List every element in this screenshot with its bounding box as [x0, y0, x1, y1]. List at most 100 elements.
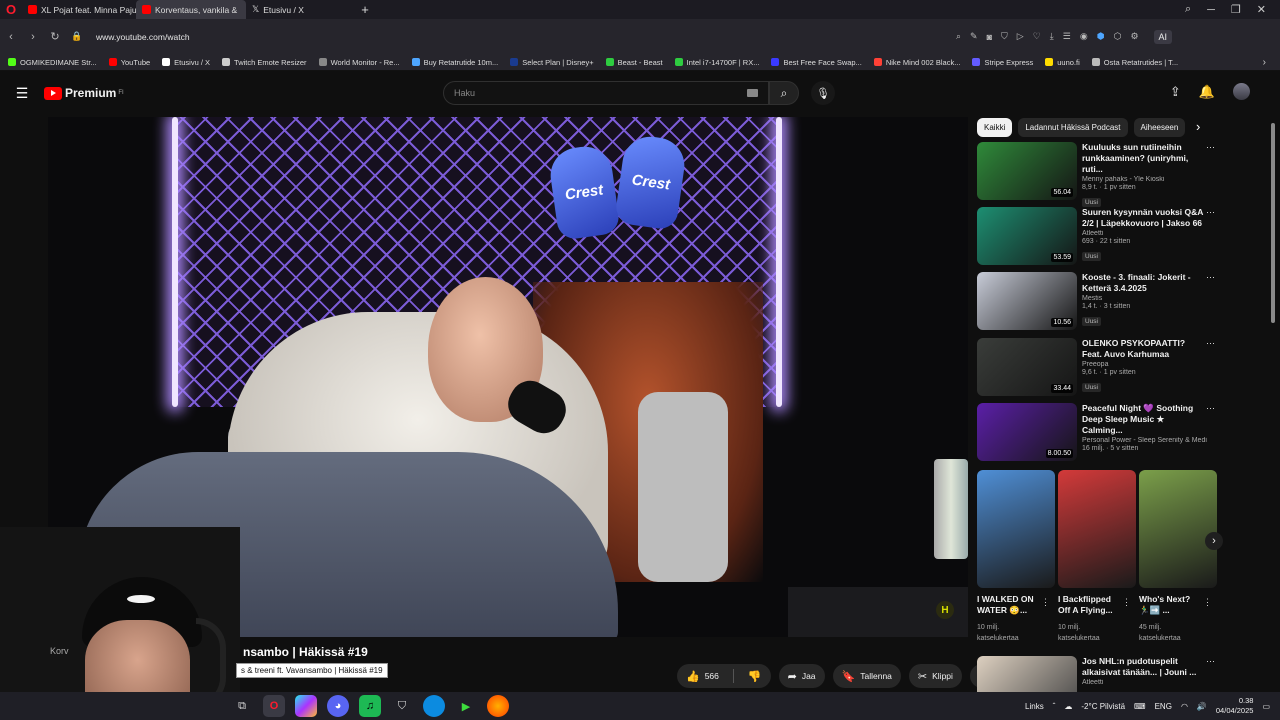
zoom-icon[interactable]: ⌕ [956, 31, 961, 42]
download-icon[interactable]: ⤓ [1050, 31, 1054, 42]
filter-chip[interactable]: Aiheeseen [1133, 117, 1186, 137]
share-button[interactable]: ➦ Jaa [778, 664, 825, 688]
tab-1[interactable]: Korventaus, vankila & [136, 0, 246, 19]
bookmark-item[interactable]: OGMIKEDIMANE Str... [8, 58, 97, 67]
filter-chip[interactable]: Kaikki [977, 117, 1013, 137]
bookmark-item[interactable]: Buy Retatrutide 10m... [411, 58, 498, 67]
video-thumbnail[interactable]: 10.56 [977, 272, 1077, 330]
search-input[interactable]: Haku [443, 81, 769, 105]
search-tabs-icon[interactable]: ⌕ [1185, 3, 1191, 16]
settings-icon[interactable]: ⚙ [1130, 31, 1138, 42]
discord-icon[interactable]: ◕ [327, 695, 349, 717]
video-thumbnail[interactable]: 56.04 [977, 142, 1077, 200]
extension-icon[interactable]: ⬢ [1097, 31, 1105, 42]
new-tab-button[interactable]: + [356, 2, 374, 17]
volume-icon[interactable]: 🔊 [1197, 702, 1207, 711]
upload-icon[interactable]: ⇪ [1170, 84, 1181, 100]
short-thumbnail[interactable] [977, 470, 1055, 588]
vpn-shield-icon[interactable]: ⛉ [391, 695, 413, 717]
url-field[interactable]: www.youtube.com/watch [96, 32, 956, 42]
opera-logo-icon[interactable]: O [0, 0, 22, 19]
close-icon[interactable]: ✕ [1257, 3, 1266, 16]
recommendation-item[interactable]: 33.44 OLENKO PSYKOPAATTI? Feat. Auvo Karh… [977, 338, 1217, 398]
more-vert-icon[interactable]: ⋮ [1122, 597, 1131, 608]
youtube-premium-logo[interactable]: Premium FI [44, 86, 124, 100]
back-icon[interactable]: ‹ [0, 31, 22, 43]
edit-icon[interactable]: ✎ [970, 31, 978, 42]
opera-icon[interactable]: O [263, 695, 285, 717]
more-vert-icon[interactable]: ⋯ [1206, 403, 1215, 414]
bookmark-item[interactable]: Beast - Beast [605, 58, 663, 67]
short-thumbnail[interactable] [1058, 470, 1136, 588]
more-vert-icon[interactable]: ⋮ [1203, 597, 1212, 608]
camera-icon[interactable]: ◙ [987, 32, 992, 42]
task-view-icon[interactable]: ⧉ [231, 695, 253, 717]
spotify-icon[interactable]: ♫ [359, 695, 381, 717]
more-vert-icon[interactable]: ⋯ [1206, 272, 1215, 283]
recommendation-channel[interactable]: Atleetti [1082, 230, 1207, 237]
menu-icon[interactable]: ☰ [1063, 31, 1071, 42]
play-icon[interactable]: ▷ [1017, 31, 1024, 42]
tab-0[interactable]: XL Pojat feat. Minna Paju [22, 0, 136, 19]
keyboard-icon[interactable] [747, 89, 758, 97]
page-scrollbar[interactable] [1270, 115, 1276, 690]
heart-icon[interactable]: ♡ [1033, 31, 1041, 42]
bookmark-item[interactable]: Intel i7-14700F | RX... [674, 58, 759, 67]
minimize-icon[interactable]: ─ [1207, 4, 1215, 16]
bookmarks-overflow-icon[interactable]: › [1263, 57, 1266, 68]
channel-watermark[interactable]: H [936, 601, 954, 619]
search-button[interactable]: ⌕ [769, 81, 799, 105]
clock[interactable]: 0.38 04/04/2025 [1216, 696, 1254, 716]
bell-icon[interactable]: 🔔 [1199, 84, 1215, 100]
bookmark-item[interactable]: uuno.fi [1045, 58, 1080, 67]
chevron-up-icon[interactable]: ˆ [1053, 702, 1056, 711]
bookmark-item[interactable]: Best Free Face Swap... [771, 58, 862, 67]
links-toolbar[interactable]: Links [1025, 702, 1044, 711]
recommendation-title[interactable]: OLENKO PSYKOPAATTI? Feat. Auvo Karhumaa [1082, 338, 1207, 360]
bookmark-item[interactable]: World Monitor - Re... [318, 58, 400, 67]
forward-icon[interactable]: › [22, 31, 44, 43]
wifi-icon[interactable]: ◠ [1181, 702, 1188, 711]
more-vert-icon[interactable]: ⋯ [1206, 207, 1215, 218]
network-icon[interactable]: ⌨ [1134, 702, 1146, 711]
weather-text[interactable]: -2°C Pilvistä [1081, 702, 1125, 711]
chevron-right-icon[interactable]: › [1196, 119, 1200, 134]
bookmark-item[interactable]: Osta Retatrutides | T... [1091, 58, 1178, 67]
ai-button[interactable]: AI [1153, 29, 1173, 44]
recommendation-title[interactable]: Suuren kysynnän vuoksi Q&A 2/2 | Läpekko… [1082, 207, 1207, 229]
bookmark-item[interactable]: YouTube [108, 58, 150, 67]
recommendation-channel[interactable]: Menny pahaks - Yle Kioski [1082, 176, 1207, 183]
save-button[interactable]: 🔖 Tallenna [832, 664, 901, 688]
video-thumbnail[interactable]: 33.44 [977, 338, 1077, 396]
recommendation-item[interactable]: Jos NHL:n pudotuspelit alkaisivat tänään… [977, 656, 1217, 692]
voice-search-button[interactable]: 🎙 [811, 81, 835, 105]
more-vert-icon[interactable]: ⋮ [1041, 597, 1050, 608]
short-title[interactable]: I Backflipped Off A Flying... [1058, 594, 1118, 616]
recommendation-channel[interactable]: Atleetti [1082, 679, 1207, 686]
bookmark-item[interactable]: Select Plan | Disney+ [510, 58, 594, 67]
recommendation-item[interactable]: 10.56 Kooste - 3. finaali: Jokerit - Kett… [977, 272, 1217, 332]
tab-2[interactable]: 𝕏 Etusivu / X [246, 0, 356, 19]
recommendation-title[interactable]: Kuuluuks sun rutiineihin runkkaaminen? (… [1082, 142, 1207, 175]
profile-icon[interactable]: ◉ [1080, 31, 1088, 42]
more-vert-icon[interactable]: ⋯ [1206, 142, 1215, 153]
maximize-icon[interactable]: ❐ [1231, 3, 1241, 16]
shield-icon[interactable]: ⛉ [1001, 31, 1008, 42]
dislike-button[interactable]: 👎 [739, 664, 771, 688]
recommendation-channel[interactable]: Mestis [1082, 295, 1207, 302]
media-player-icon[interactable]: ▶ [455, 695, 477, 717]
clip-button[interactable]: ✂ Klippi [908, 664, 962, 688]
recommendation-item[interactable]: 56.04 Kuuluuks sun rutiineihin runkkaamin… [977, 142, 1217, 207]
reload-icon[interactable]: ↻ [44, 30, 66, 43]
edge-icon[interactable] [423, 695, 445, 717]
video-thumbnail[interactable]: 53.59 [977, 207, 1077, 265]
video-thumbnail[interactable] [977, 656, 1077, 692]
recommendation-channel[interactable]: Personal Power - Sleep Serenity & Medit [1082, 437, 1207, 444]
short-title[interactable]: I WALKED ON WATER 😳... [977, 594, 1037, 616]
recommendation-item[interactable]: 8.00.50 Peaceful Night 💜 Soothing Deep Sl… [977, 403, 1217, 463]
filter-chip[interactable]: Ladannut Häkissä Podcast [1018, 117, 1128, 137]
notification-icon[interactable]: ▭ [1262, 702, 1270, 711]
recommendation-title[interactable]: Jos NHL:n pudotuspelit alkaisivat tänään… [1082, 656, 1207, 678]
more-vert-icon[interactable]: ⋯ [1206, 656, 1215, 667]
short-thumbnail[interactable] [1139, 470, 1217, 588]
